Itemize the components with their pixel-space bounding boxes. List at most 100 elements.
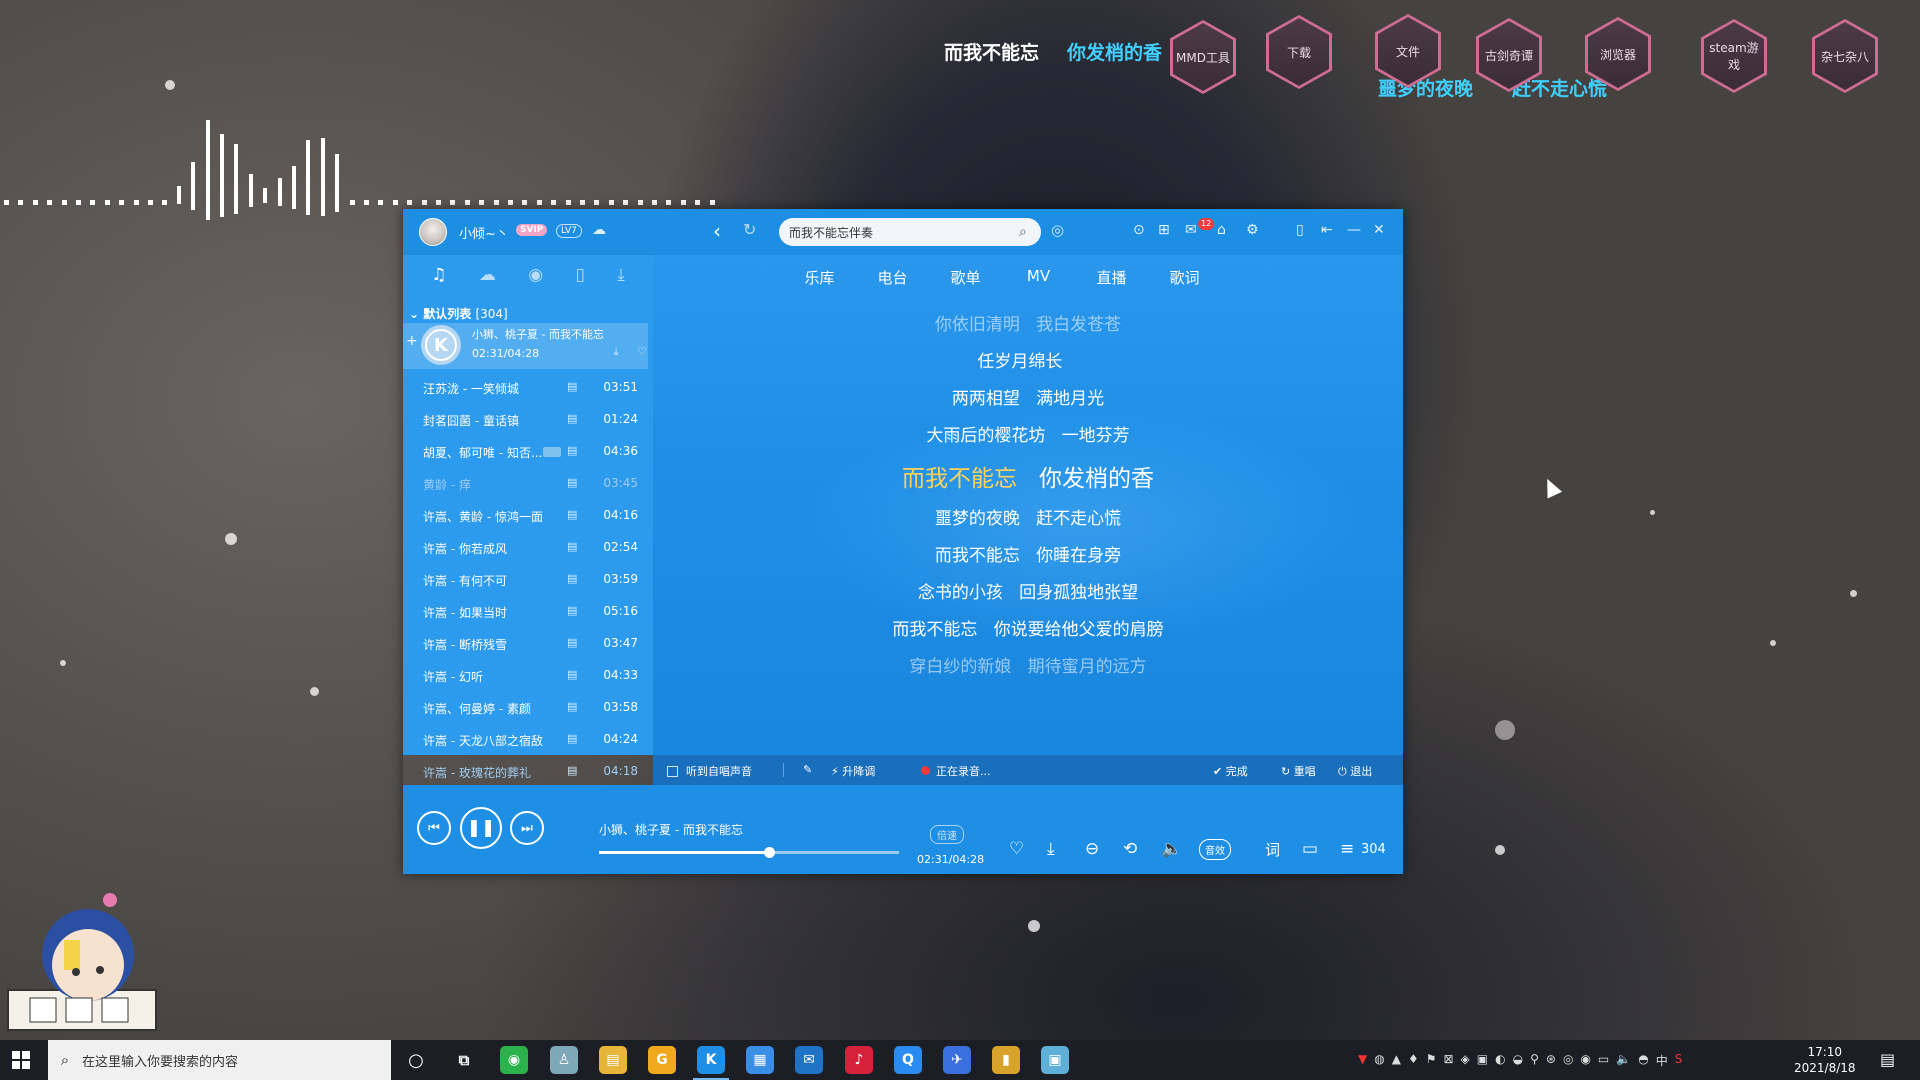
- song-row[interactable]: 许嵩 - 玫瑰花的葬礼 ▤ 04:18: [403, 759, 648, 785]
- download-icon[interactable]: ⤓: [1047, 839, 1055, 859]
- more-icon[interactable]: ⊖: [1085, 839, 1099, 859]
- download-icon[interactable]: ⤓: [609, 345, 623, 359]
- game-app-icon[interactable]: ♙: [550, 1046, 578, 1074]
- tray-icon[interactable]: ◓: [1638, 1052, 1648, 1069]
- music-note-icon[interactable]: ♫: [431, 265, 446, 285]
- tray-icon[interactable]: ⚲: [1530, 1052, 1539, 1069]
- tray-icon[interactable]: ◐: [1495, 1052, 1505, 1069]
- user-avatar[interactable]: [419, 218, 447, 246]
- tray-icon[interactable]: ◍: [1374, 1052, 1384, 1069]
- mv-icon[interactable]: ▤: [567, 700, 577, 713]
- playlist-icon[interactable]: ≡: [1340, 839, 1354, 859]
- taskbar-search[interactable]: ⌕ 在这里输入你要搜索的内容: [48, 1040, 391, 1080]
- cortana-icon[interactable]: ○: [402, 1046, 430, 1074]
- current-song-row[interactable]: + K 小狮、桃子夏 - 而我不能忘 02:31/04:28 ⤓ ♡ 🗑 ⊖: [403, 323, 699, 369]
- comment-icon[interactable]: ▭: [1302, 839, 1318, 859]
- download-icon[interactable]: ⤓: [617, 265, 625, 285]
- task-view-icon[interactable]: ⧉: [450, 1046, 478, 1074]
- volume-icon[interactable]: 🔈: [1161, 839, 1182, 859]
- browser-g-icon[interactable]: G: [648, 1046, 676, 1074]
- tray-icon[interactable]: ◎: [1563, 1052, 1573, 1069]
- network-icon[interactable]: ▭: [1598, 1052, 1609, 1069]
- refresh-icon[interactable]: ↻: [743, 220, 756, 239]
- volume-icon[interactable]: 🔈: [1616, 1052, 1631, 1069]
- notification-icon[interactable]: ▤: [1880, 1050, 1895, 1069]
- tray-icon[interactable]: ◉: [1580, 1052, 1590, 1069]
- mv-icon[interactable]: ▤: [567, 540, 577, 553]
- tray-icon[interactable]: ⚑: [1426, 1052, 1437, 1069]
- tab-live[interactable]: 直播: [1075, 267, 1148, 288]
- mv-icon[interactable]: ▤: [567, 604, 577, 617]
- repeat-icon[interactable]: ⟲: [1123, 839, 1137, 859]
- desktop-icon-steam[interactable]: steam游戏: [1701, 19, 1767, 93]
- photos-icon[interactable]: ▣: [1041, 1046, 1069, 1074]
- song-row[interactable]: 许嵩 - 天龙八部之宿敌 ▤ 04:24: [403, 727, 648, 753]
- song-row[interactable]: 许嵩 - 有何不可 ▤ 03:59: [403, 567, 648, 593]
- tab-radio[interactable]: 电台: [856, 267, 929, 288]
- netease-music-icon[interactable]: ♪: [845, 1046, 873, 1074]
- minimize-icon[interactable]: —: [1347, 222, 1361, 238]
- mv-icon[interactable]: ▤: [567, 412, 577, 425]
- kugou-music-icon[interactable]: K: [693, 1046, 729, 1080]
- tray-icon[interactable]: ▣: [1477, 1052, 1488, 1069]
- playlist-count-label[interactable]: 304: [1361, 842, 1386, 857]
- now-playing-title[interactable]: 小狮、桃子夏 - 而我不能忘: [599, 821, 743, 838]
- monitor-toggle[interactable]: 听到自唱声音: [667, 763, 752, 779]
- tab-lyrics[interactable]: 歌词: [1148, 267, 1221, 288]
- next-button[interactable]: ⏭: [510, 811, 544, 845]
- level-badge[interactable]: LV7: [556, 224, 582, 238]
- close-icon[interactable]: ✕: [1373, 222, 1385, 238]
- checkbox[interactable]: [667, 766, 678, 777]
- exit-button[interactable]: ⏻ 退出: [1338, 763, 1372, 779]
- mv-icon[interactable]: ▤: [567, 732, 577, 745]
- target-icon[interactable]: ⊙: [1133, 222, 1145, 238]
- song-row[interactable]: 许嵩 - 如果当时 ▤ 05:16: [403, 599, 648, 625]
- svip-badge[interactable]: SVIP: [516, 224, 548, 236]
- pause-button[interactable]: ❚❚: [460, 807, 502, 849]
- song-row[interactable]: 许嵩、黄龄 - 惊鸿一面 ▤ 04:16: [403, 503, 648, 529]
- song-row[interactable]: 许嵩 - 断桥残雪 ▤ 03:47: [403, 631, 648, 657]
- song-row[interactable]: 许嵩、何曼婷 - 素颜 ▤ 03:58: [403, 695, 648, 721]
- desktop-icon-misc[interactable]: 杂七杂八: [1812, 19, 1878, 93]
- song-row[interactable]: 汪苏泷 - 一笑倾城 ▤ 03:51: [403, 375, 648, 401]
- desktop-icon-download[interactable]: 下载: [1266, 15, 1332, 89]
- search-input[interactable]: 而我不能忘伴奏: [779, 224, 1019, 241]
- tray-icon[interactable]: ◈: [1461, 1052, 1470, 1069]
- mv-icon[interactable]: ▤: [567, 764, 577, 777]
- tab-library[interactable]: 乐库: [783, 267, 856, 288]
- back-icon[interactable]: ‹: [713, 219, 721, 243]
- tray-icon[interactable]: ⊠: [1443, 1052, 1453, 1069]
- cloud-icon[interactable]: ☁: [479, 265, 496, 285]
- clock[interactable]: 17:10 2021/8/18: [1794, 1044, 1856, 1076]
- lyrics-button[interactable]: 词: [1265, 839, 1280, 860]
- tray-icon[interactable]: ◒: [1513, 1052, 1523, 1069]
- mv-icon[interactable]: ▤: [567, 572, 577, 585]
- desktop-lyric-line1-b[interactable]: 你发梢的香: [1067, 38, 1162, 65]
- mail-icon[interactable]: ✉: [795, 1046, 823, 1074]
- user-name[interactable]: 小倾~丶: [459, 223, 509, 242]
- apps-icon[interactable]: ⊞: [1158, 222, 1170, 238]
- taskbar-search-input[interactable]: 在这里输入你要搜索的内容: [82, 1051, 238, 1070]
- resing-button[interactable]: ↻ 重唱: [1281, 763, 1316, 779]
- speed-button[interactable]: 倍速: [930, 825, 964, 844]
- previous-button[interactable]: ⏮: [417, 811, 451, 845]
- windows-start-icon[interactable]: [12, 1051, 30, 1069]
- mic-icon[interactable]: ✎: [803, 763, 812, 776]
- desktop-lyric-line1-a[interactable]: 而我不能忘: [944, 38, 1039, 65]
- store-icon[interactable]: ▦: [746, 1046, 774, 1074]
- mv-icon[interactable]: ▤: [567, 444, 577, 457]
- song-row[interactable]: 封茗囧菌 - 童话镇 ▤ 01:24: [403, 407, 648, 433]
- song-row[interactable]: 胡夏、郁可唯 - 知否... ▤ 04:36: [403, 439, 648, 465]
- mini-mode-icon[interactable]: ▯: [1296, 222, 1304, 238]
- tray-icon[interactable]: ♦: [1408, 1052, 1419, 1069]
- mv-icon[interactable]: ▤: [567, 476, 577, 489]
- cloud-icon[interactable]: ☁: [592, 222, 606, 238]
- pitch-button[interactable]: ⚡ 升降调: [831, 763, 875, 779]
- message-icon[interactable]: ✉: [1185, 222, 1197, 238]
- file-explorer-icon[interactable]: ▤: [599, 1046, 627, 1074]
- feishu-icon[interactable]: ✈: [943, 1046, 971, 1074]
- voice-search-icon[interactable]: ◎: [1051, 221, 1064, 239]
- progress-bar[interactable]: [599, 847, 899, 858]
- mv-icon[interactable]: ▤: [567, 508, 577, 521]
- playlist-header[interactable]: ⌄ 默认列表 [304]: [409, 305, 508, 322]
